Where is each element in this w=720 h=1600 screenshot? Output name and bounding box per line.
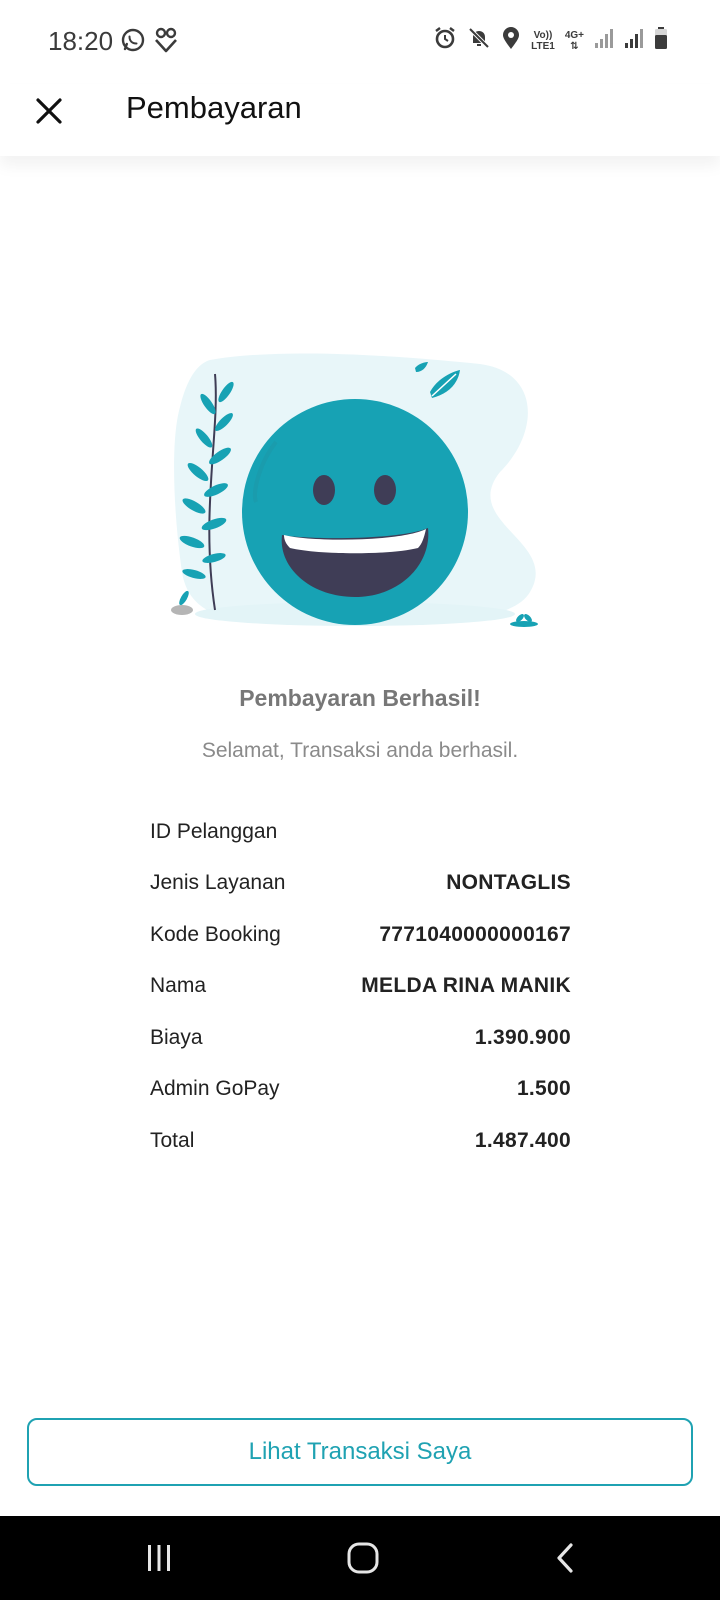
status-right-icons: Vo)) LTE1 4G+ ⇅: [433, 26, 668, 55]
detail-row-kode-booking: Kode Booking 7771040000000167: [150, 909, 571, 961]
status-time: 18:20: [48, 26, 114, 56]
detail-value: NONTAGLIS: [446, 871, 571, 895]
detail-label: Kode Booking: [150, 922, 281, 946]
volte-icon: Vo)) LTE1: [531, 29, 555, 52]
detail-row-total: Total 1.487.400: [150, 1115, 571, 1167]
detail-row-biaya: Biaya 1.390.900: [150, 1012, 571, 1064]
detail-label: Nama: [150, 974, 207, 998]
view-transactions-button[interactable]: Lihat Transaksi Saya: [27, 1418, 693, 1486]
detail-row-id-pelanggan: ID Pelanggan: [150, 806, 571, 858]
detail-value: MELDA RINA MANIK: [361, 974, 571, 998]
page-title: Pembayaran: [126, 90, 302, 125]
close-icon: [36, 98, 62, 124]
detail-label: Admin GoPay: [150, 1077, 280, 1101]
detail-row-jenis-layanan: Jenis Layanan NONTAGLIS: [150, 858, 571, 910]
success-illustration: [160, 352, 560, 652]
detail-label: Jenis Layanan: [150, 871, 286, 895]
app-bar: Pembayaran: [0, 84, 720, 156]
app-heart-icon: [152, 26, 180, 59]
result-title: Pembayaran Berhasil!: [239, 685, 481, 711]
signal-icon: [594, 27, 614, 54]
detail-row-nama: Nama MELDA RINA MANIK: [150, 961, 571, 1013]
home-button[interactable]: [343, 1538, 383, 1578]
recent-apps-button[interactable]: [139, 1538, 179, 1578]
detail-label: Biaya: [150, 1025, 203, 1049]
detail-row-admin-gopay: Admin GoPay 1.500: [150, 1064, 571, 1116]
left-eye: [313, 475, 335, 505]
detail-label: Total: [150, 1128, 195, 1152]
recent-apps-icon: [148, 1545, 170, 1571]
4g-icon: 4G+ ⇅: [564, 29, 584, 52]
detail-value: 1.390.900: [474, 1025, 571, 1049]
detail-value: 7771040000000167: [379, 922, 571, 946]
alarm-icon: [433, 26, 457, 55]
location-icon: [501, 26, 521, 55]
close-button[interactable]: [30, 92, 68, 130]
status-left-icons: [120, 26, 180, 59]
right-eye: [374, 475, 396, 505]
rock: [171, 605, 193, 615]
detail-value: 1.487.400: [474, 1128, 571, 1152]
transaction-details: ID Pelanggan Jenis Layanan NONTAGLIS Kod…: [150, 806, 571, 1167]
result-subtitle: Selamat, Transaksi anda berhasil.: [201, 739, 519, 762]
signal-icon: [624, 27, 644, 54]
detail-label: ID Pelanggan: [150, 819, 278, 843]
status-bar: 18:20 Vo)) LTE1 4G+ ⇅: [0, 0, 720, 84]
system-nav-bar: [0, 1516, 720, 1600]
back-icon: [557, 1543, 573, 1573]
home-icon: [347, 1542, 379, 1574]
whatsapp-icon: [120, 27, 146, 58]
detail-value: 1.500: [516, 1077, 571, 1101]
back-button[interactable]: [546, 1538, 586, 1578]
mute-icon: [467, 26, 491, 55]
battery-icon: [654, 26, 668, 55]
